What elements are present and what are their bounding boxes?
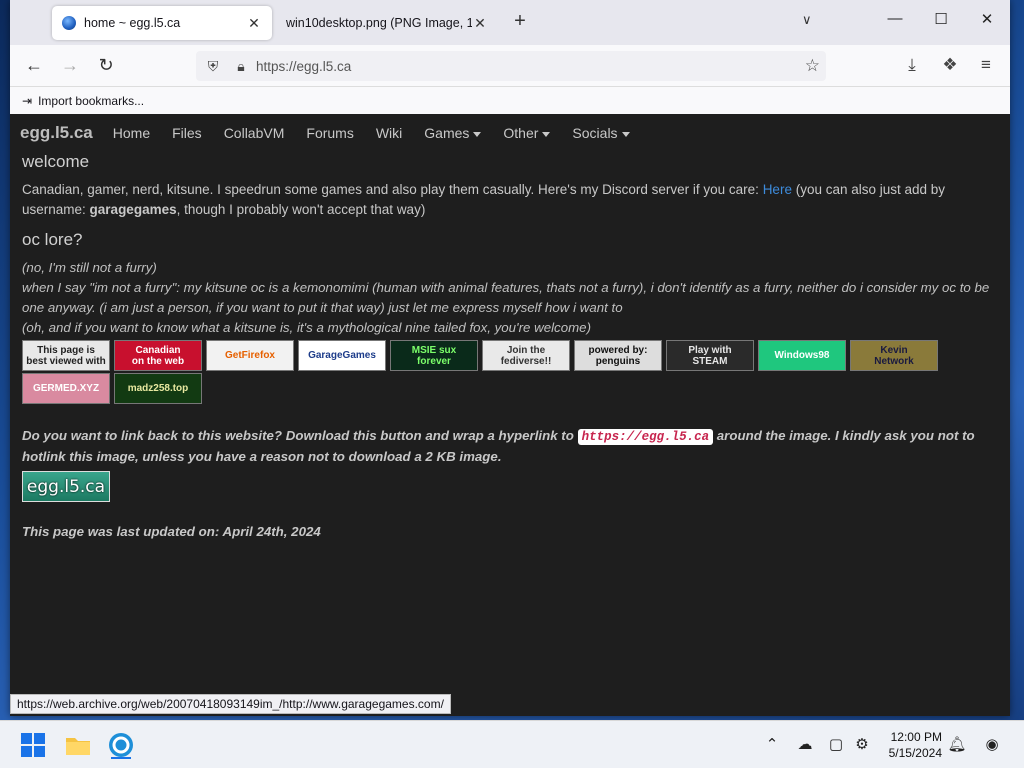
bookmarks-toolbar: ⇥ Import bookmarks... xyxy=(10,87,1010,114)
nav-socials-dropdown[interactable]: Socials xyxy=(572,125,630,141)
notification-bell-icon[interactable]: 🔔︎ xyxy=(947,735,967,753)
lock-icon[interactable]: 🔒︎ xyxy=(230,58,252,75)
badge-button[interactable]: Play with STEAM xyxy=(666,340,754,371)
close-tab-icon[interactable]: ✕ xyxy=(472,15,488,32)
close-tab-icon[interactable]: ✕ xyxy=(246,15,262,32)
intro-paragraph: Canadian, gamer, nerd, kitsune. I speedr… xyxy=(22,180,998,220)
minimize-icon[interactable]: — xyxy=(880,10,910,27)
extensions-puzzle-icon[interactable]: ❖ xyxy=(938,55,962,75)
shield-icon[interactable]: ⛨ xyxy=(202,58,224,75)
badge-button[interactable]: Join the fediverse!! xyxy=(482,340,570,371)
badge-button[interactable]: GERMED.XYZ xyxy=(22,373,110,404)
site-badge-button[interactable]: egg.l5.ca xyxy=(22,471,110,502)
url-bar[interactable]: ⛨ 🔒︎ ☆ xyxy=(196,51,826,81)
discord-link[interactable]: Here xyxy=(763,182,792,197)
discord-username: garagegames xyxy=(89,202,177,217)
clock-time: 12:00 PM xyxy=(890,730,942,744)
badge-button[interactable]: MSIE sux forever xyxy=(390,340,478,371)
import-bookmarks-link[interactable]: Import bookmarks... xyxy=(38,94,144,108)
badge-button[interactable]: GetFirefox xyxy=(206,340,294,371)
nav-forums[interactable]: Forums xyxy=(306,125,353,141)
menu-hamburger-icon[interactable]: ≡ xyxy=(974,55,998,75)
browser-taskbar-icon[interactable] xyxy=(107,731,135,759)
site-navbar: egg.l5.ca Home Files CollabVM Forums Wik… xyxy=(10,114,1010,152)
back-arrow-icon[interactable]: ← xyxy=(22,55,46,76)
tab-list-chevron-icon[interactable]: ∨ xyxy=(802,12,812,28)
globe-favicon-icon xyxy=(62,16,76,30)
intro-text: Canadian, gamer, nerd, kitsune. I speedr… xyxy=(22,182,763,197)
nav-other-dropdown[interactable]: Other xyxy=(503,125,551,141)
bookmark-star-icon[interactable]: ☆ xyxy=(805,56,820,76)
nav-games-label: Games xyxy=(424,125,470,141)
chevron-up-icon[interactable]: ⌃ xyxy=(762,735,782,753)
nav-wiki[interactable]: Wiki xyxy=(376,125,402,141)
tab-win10desktop[interactable]: win10desktop.png (PNG Image, 102 ✕ xyxy=(276,6,498,40)
welcome-heading: welcome xyxy=(22,152,90,171)
tab-title: home ~ egg.l5.ca xyxy=(84,16,181,30)
nav-other-label: Other xyxy=(503,125,539,141)
badge-button[interactable]: madz258.top xyxy=(114,373,202,404)
maximize-icon[interactable]: ☐ xyxy=(926,10,956,28)
badge-button[interactable]: Canadian on the web xyxy=(114,340,202,371)
main-content: welcome Canadian, gamer, nerd, kitsune. … xyxy=(10,152,1010,539)
nav-collabvm[interactable]: CollabVM xyxy=(224,125,285,141)
clock-date: 5/15/2024 xyxy=(888,746,942,760)
file-explorer-icon[interactable] xyxy=(64,731,92,759)
display-icon[interactable]: ▢ xyxy=(826,735,846,753)
badge-button[interactable]: GarageGames xyxy=(298,340,386,371)
linkback-text: Do you want to link back to this website… xyxy=(22,428,578,443)
badge-button[interactable]: powered by: penguins xyxy=(574,340,662,371)
settings-icon[interactable]: ⚙ xyxy=(852,735,872,753)
linkback-url-code: https://egg.l5.ca xyxy=(577,429,714,445)
nav-games-dropdown[interactable]: Games xyxy=(424,125,482,141)
lore-line: (no, I'm still not a furry) xyxy=(22,260,157,275)
tab-title: win10desktop.png (PNG Image, 102 xyxy=(286,16,472,30)
caret-down-icon xyxy=(621,131,630,137)
linkback-paragraph: Do you want to link back to this website… xyxy=(22,426,998,467)
navigation-toolbar: ← → ↻ ⛨ 🔒︎ ☆ ⤓ ❖ ≡ xyxy=(10,45,1010,87)
intro-text-end: , though I probably won't accept that wa… xyxy=(176,202,426,217)
lore-heading: oc lore? xyxy=(22,230,83,249)
badge-button[interactable]: This page is best viewed with xyxy=(22,340,110,371)
tab-strip: home ~ egg.l5.ca ✕ win10desktop.png (PNG… xyxy=(10,0,1010,45)
import-icon: ⇥ xyxy=(22,93,33,108)
download-icon[interactable]: ⤓ xyxy=(900,55,924,75)
nav-home[interactable]: Home xyxy=(113,125,150,141)
badge-button[interactable]: Windows98 xyxy=(758,340,846,371)
url-input[interactable] xyxy=(256,58,756,74)
new-tab-button[interactable]: + xyxy=(510,10,530,33)
link-status-bar: https://web.archive.org/web/200704180931… xyxy=(10,694,451,714)
taskbar: ⌃ ☁ ▢ ⚙ 12:00 PM 5/15/2024 🔔︎ ◉ xyxy=(0,720,1024,768)
caret-down-icon xyxy=(542,131,551,137)
badge-button[interactable]: Kevin Network xyxy=(850,340,938,371)
lore-line: when I say "im not a furry": my kitsune … xyxy=(22,280,990,315)
close-window-icon[interactable]: ✕ xyxy=(972,10,1002,28)
lore-line: (oh, and if you want to know what a kits… xyxy=(22,320,592,335)
badge-buttons-row: This page is best viewed with Canadian on… xyxy=(22,340,962,406)
nav-socials-label: Socials xyxy=(572,125,618,141)
caret-down-icon xyxy=(473,131,482,137)
forward-arrow-icon[interactable]: → xyxy=(58,55,82,76)
reload-icon[interactable]: ↻ xyxy=(94,55,118,76)
tab-home[interactable]: home ~ egg.l5.ca ✕ xyxy=(52,6,272,40)
page-content: egg.l5.ca Home Files CollabVM Forums Wik… xyxy=(10,114,1010,716)
last-updated-text: This page was last updated on: April 24t… xyxy=(22,524,321,539)
system-clock[interactable]: 12:00 PM 5/15/2024 xyxy=(880,729,942,761)
browser-window: home ~ egg.l5.ca ✕ win10desktop.png (PNG… xyxy=(10,0,1010,716)
copilot-icon[interactable]: ◉ xyxy=(982,735,1002,753)
windows-start-icon[interactable] xyxy=(19,731,47,759)
nav-files[interactable]: Files xyxy=(172,125,202,141)
network-offline-icon[interactable]: ☁ xyxy=(795,735,815,753)
site-brand[interactable]: egg.l5.ca xyxy=(20,123,93,143)
